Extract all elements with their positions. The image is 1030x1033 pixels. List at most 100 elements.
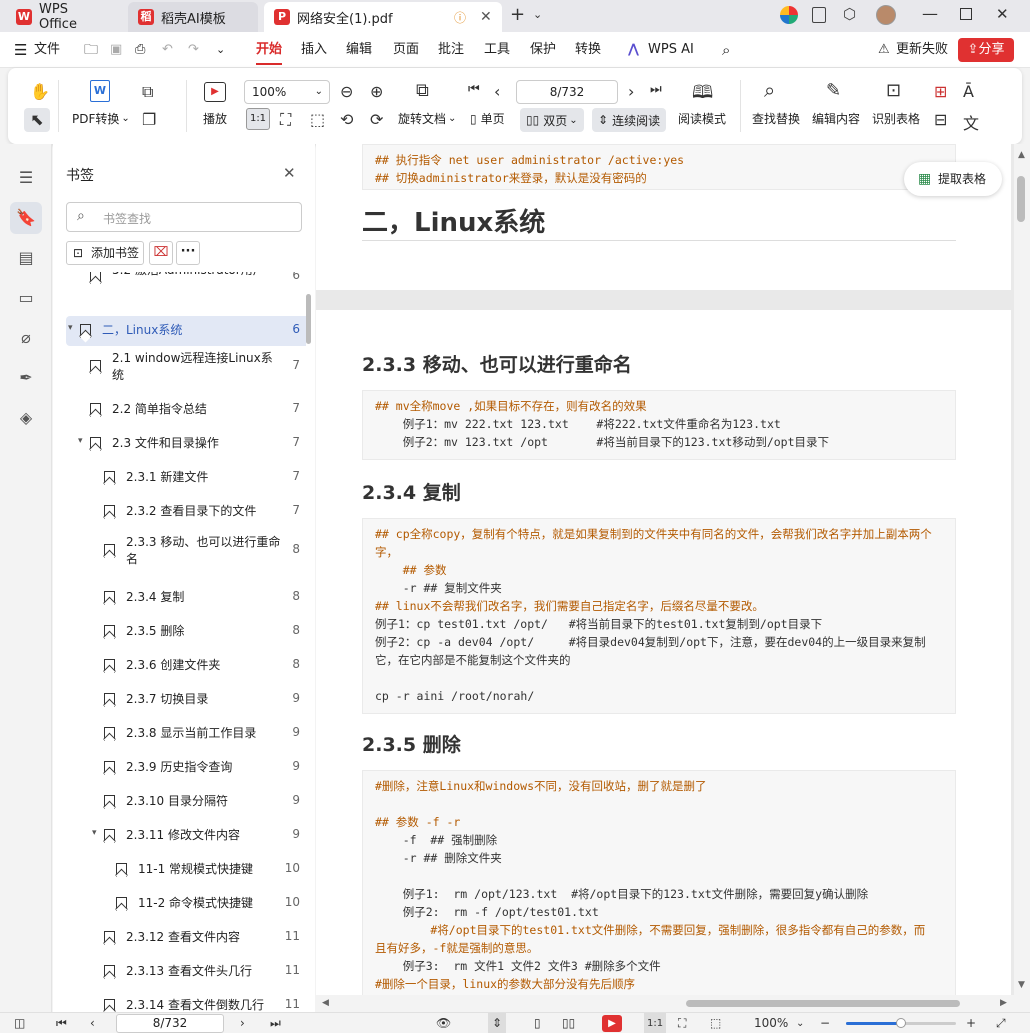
- copy-icon[interactable]: ❐: [142, 110, 156, 129]
- hand-tool-icon[interactable]: ✋: [30, 82, 50, 101]
- fit-page-icon[interactable]: ⛶: [678, 1013, 686, 1033]
- scroll-right-icon[interactable]: ▶: [1000, 998, 1007, 1008]
- menu-annotate[interactable]: 批注: [438, 32, 464, 68]
- expand-chevron-icon[interactable]: ▾: [78, 436, 83, 446]
- next-page-icon[interactable]: ›: [240, 1013, 245, 1033]
- zoom-slider-handle[interactable]: [896, 1018, 906, 1028]
- single-view-icon[interactable]: ▯: [534, 1013, 541, 1033]
- bookmark-item[interactable]: 2.3.3 移动、也可以进行重命名 8: [66, 534, 306, 568]
- bookmark-item[interactable]: 2.2 简单指令总结 7: [66, 398, 306, 422]
- rotate-right-icon[interactable]: ⟳: [370, 110, 383, 129]
- fit-width-icon[interactable]: ⬚: [310, 110, 325, 129]
- warning-icon[interactable]: ⓘ: [454, 9, 466, 26]
- scroll-left-icon[interactable]: ◀: [322, 998, 329, 1008]
- scroll-down-icon[interactable]: ▼: [1018, 980, 1025, 990]
- bookmark-item[interactable]: 2.3.12 查看文件内容 11: [66, 926, 306, 950]
- menu-edit[interactable]: 编辑: [346, 32, 372, 68]
- pdf-convert-button[interactable]: PDF转换 ⌄: [72, 110, 130, 127]
- more-options-icon[interactable]: ···: [176, 241, 200, 265]
- print-icon[interactable]: ⎙: [135, 32, 145, 68]
- layers-icon[interactable]: ◈: [10, 402, 42, 434]
- double-view-icon[interactable]: ▯▯: [562, 1013, 575, 1033]
- bookmark-item[interactable]: 2.1 window远程连接Linux系统 7: [66, 350, 306, 384]
- menu-insert[interactable]: 插入: [301, 32, 327, 68]
- pencil-icon[interactable]: ✎: [826, 80, 841, 101]
- zoom-out-icon[interactable]: −: [820, 1013, 830, 1033]
- find-replace-button[interactable]: 查找替换: [752, 110, 800, 127]
- vertical-scrollbar[interactable]: ▲ ▼: [1014, 144, 1030, 995]
- play-button[interactable]: 播放: [203, 110, 227, 127]
- close-panel-icon[interactable]: ✕: [283, 164, 296, 182]
- tab-pdf[interactable]: P 网络安全(1).pdf ⓘ ✕: [264, 2, 502, 32]
- actual-size-icon[interactable]: 1:1: [644, 1013, 667, 1033]
- bookmark-item[interactable]: 2.3.14 查看文件倒数几行 11: [66, 994, 306, 1012]
- add-bookmark-button[interactable]: ⊡ 添加书签: [66, 241, 144, 265]
- rotate-doc-button[interactable]: 旋转文档 ⌄: [398, 110, 456, 127]
- status-page-input[interactable]: 8/732: [116, 1014, 224, 1033]
- ocr-icon[interactable]: ⊞: [934, 82, 947, 101]
- bookmark-item[interactable]: 11-2 命令模式快捷键 10: [66, 892, 306, 916]
- bookmark-scrollbar[interactable]: [306, 294, 311, 344]
- bookmark-item[interactable]: 2.3.9 历史指令查询 9: [66, 756, 306, 780]
- zoom-chevron-icon[interactable]: ⌄: [796, 1013, 804, 1033]
- horizontal-scrollbar[interactable]: ◀ ▶: [316, 995, 1030, 1012]
- edit-content-button[interactable]: 编辑内容: [812, 110, 860, 127]
- prev-page-icon[interactable]: ‹: [90, 1013, 95, 1033]
- outline-icon[interactable]: ☰: [10, 162, 42, 194]
- ai-colorful-icon[interactable]: [780, 6, 798, 24]
- next-page-icon[interactable]: ›: [628, 82, 634, 101]
- language-icon[interactable]: 文: [963, 110, 979, 134]
- bookmark-item[interactable]: 2.3.4 复制 8: [66, 586, 306, 610]
- tab-daoke[interactable]: 稻 稻壳AI模板: [128, 2, 258, 32]
- zoom-in-icon[interactable]: ⊕: [370, 82, 383, 101]
- bookmark-item[interactable]: 2.3.5 删除 8: [66, 620, 306, 644]
- bookmark-panel-icon[interactable]: 🔖: [10, 202, 42, 234]
- status-zoom[interactable]: 100%: [754, 1013, 788, 1033]
- last-page-icon[interactable]: ⏭: [650, 82, 662, 97]
- prev-page-icon[interactable]: ‹: [494, 82, 500, 101]
- image-convert-icon[interactable]: ⧉: [142, 82, 153, 102]
- single-page-button[interactable]: ▯ 单页: [470, 110, 505, 127]
- more-chevron-icon[interactable]: ⌄: [216, 32, 225, 68]
- avatar[interactable]: [876, 5, 896, 25]
- share-button[interactable]: ⇪分享: [958, 38, 1014, 62]
- bookmark-item[interactable]: 2.3.7 切换目录 9: [66, 688, 306, 712]
- translate-icon[interactable]: Ā: [963, 82, 974, 101]
- attachment-icon[interactable]: ⌀: [10, 322, 42, 354]
- bookmark-item[interactable]: 2.3.1 新建文件 7: [66, 466, 306, 490]
- menu-tools[interactable]: 工具: [484, 32, 510, 68]
- new-tab-icon[interactable]: +: [510, 4, 525, 25]
- play-icon[interactable]: ▶: [602, 1015, 622, 1032]
- vertical-scroll-thumb[interactable]: [1017, 176, 1025, 222]
- extract-table-button[interactable]: ▦ 提取表格: [904, 162, 1002, 196]
- redo-icon[interactable]: ↷: [188, 32, 199, 68]
- menu-page[interactable]: 页面: [393, 32, 419, 68]
- tab-list-chevron-icon[interactable]: ⌄: [533, 8, 542, 21]
- first-page-icon[interactable]: ⏮: [56, 1013, 67, 1033]
- close-tab-icon[interactable]: ✕: [480, 9, 492, 25]
- fit-width-icon[interactable]: ⬚: [710, 1013, 721, 1033]
- bookmark-item[interactable]: ▾ 二，Linux系统 6: [66, 316, 306, 346]
- bookmark-item[interactable]: 5.2 激活Administrator用户 6: [66, 272, 306, 292]
- rotate-left-icon[interactable]: ⟲: [340, 110, 353, 129]
- pdf-to-word-icon[interactable]: W: [90, 80, 110, 102]
- close-window-icon[interactable]: ✕: [996, 5, 1009, 23]
- page-input[interactable]: 8/732: [516, 80, 618, 104]
- window-mode-icon[interactable]: [812, 7, 826, 23]
- zoom-select[interactable]: 100% ⌄: [244, 80, 330, 104]
- zoom-in-icon[interactable]: +: [966, 1013, 976, 1033]
- bookmark-item[interactable]: 2.3.6 创建文件夹 8: [66, 654, 306, 678]
- rotate-doc-icon[interactable]: ⧉: [416, 80, 429, 101]
- cube-icon[interactable]: ⬡: [843, 5, 856, 23]
- book-icon[interactable]: 🕮: [692, 80, 713, 110]
- save-icon[interactable]: ▣: [110, 32, 122, 68]
- maximize-icon[interactable]: [960, 8, 972, 20]
- thumbnail-icon[interactable]: ▤: [10, 242, 42, 274]
- bookmark-item[interactable]: 2.3.2 查看目录下的文件 7: [66, 500, 306, 524]
- last-page-icon[interactable]: ⏭: [270, 1013, 281, 1033]
- hamburger-icon[interactable]: ☰: [14, 32, 27, 68]
- undo-icon[interactable]: ↶: [162, 32, 173, 68]
- continuous-read-button[interactable]: ⇕ 连续阅读: [592, 108, 667, 132]
- continuous-view-icon[interactable]: ⇕: [488, 1013, 507, 1033]
- fullscreen-icon[interactable]: ⤢: [996, 1013, 1006, 1033]
